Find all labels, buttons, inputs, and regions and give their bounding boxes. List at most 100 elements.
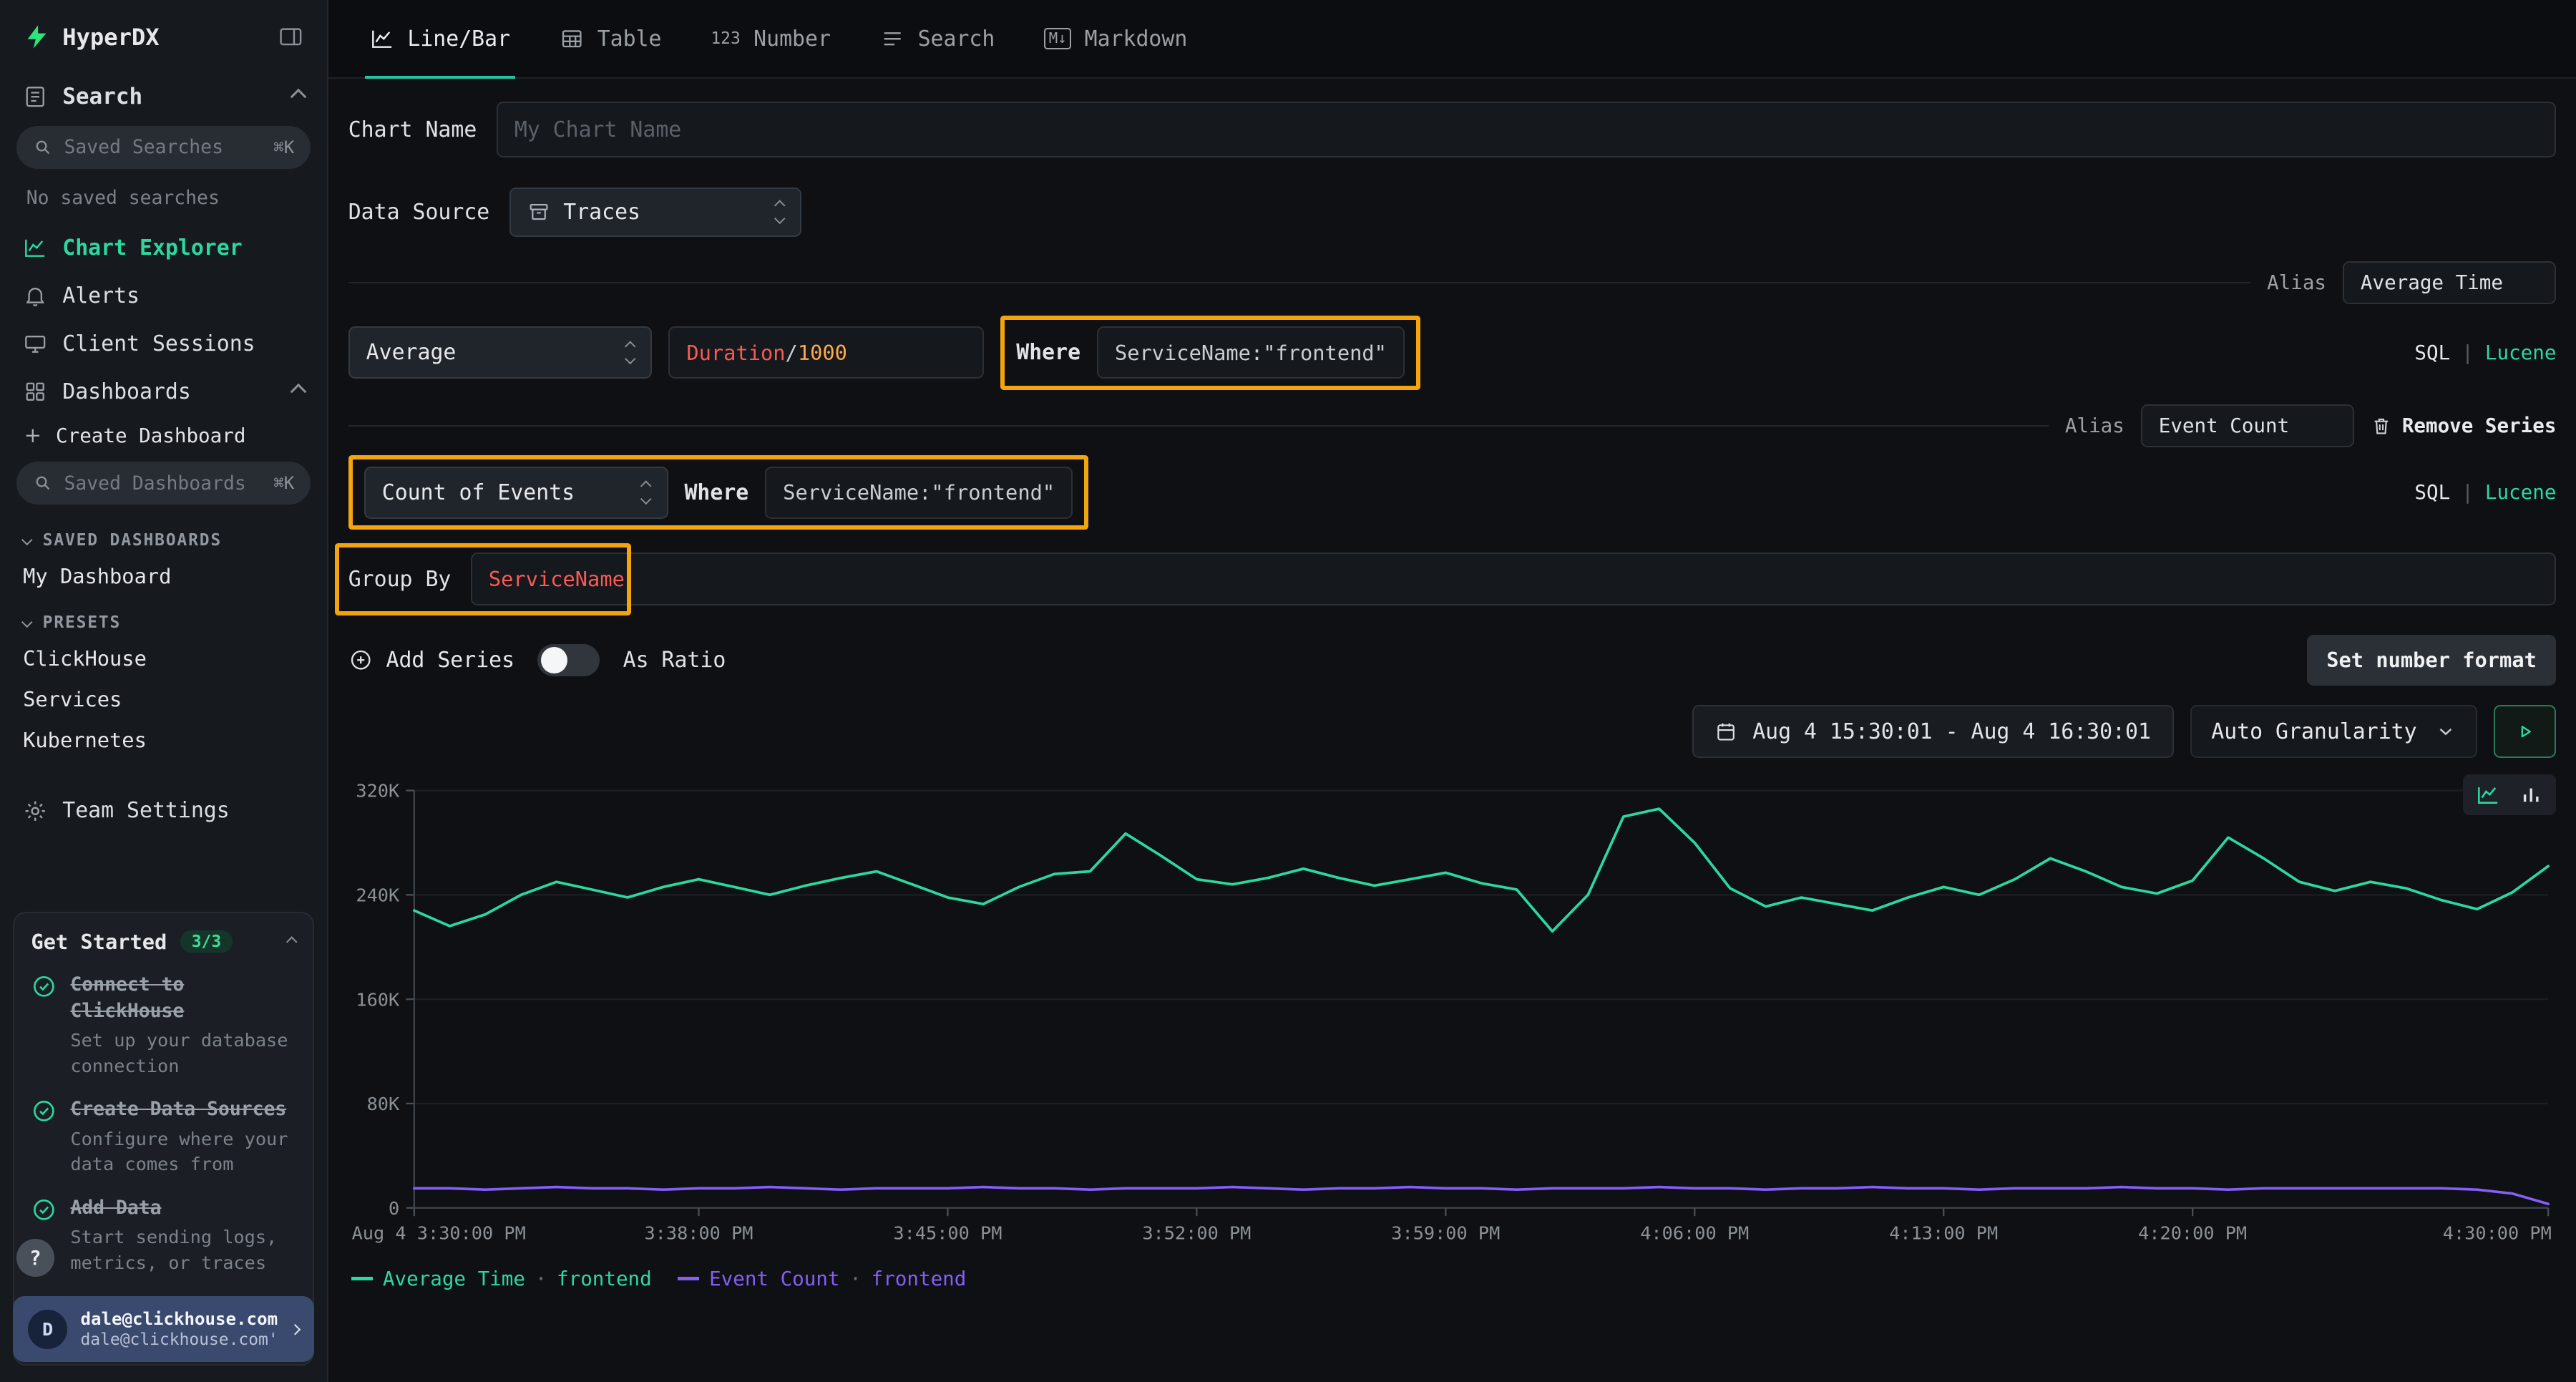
- series2-aggregation-select[interactable]: Count of Events: [364, 467, 668, 519]
- set-number-format-button[interactable]: Set number format: [2307, 635, 2557, 686]
- saved-dashboards-input[interactable]: Saved Dashboards ⌘K: [16, 462, 311, 505]
- chart-display-toggle: [2463, 774, 2557, 815]
- sidebar-item-clickhouse[interactable]: ClickHouse: [0, 638, 327, 679]
- series1-row: Average Duration/1000 Where ServiceName:…: [348, 316, 2557, 390]
- tab-line-bar[interactable]: Line/Bar: [345, 0, 535, 77]
- get-started-step-sources[interactable]: Create Data Sources Configure where your…: [31, 1096, 296, 1177]
- legend-series-name: Event Count: [709, 1267, 839, 1290]
- run-query-button[interactable]: [2494, 705, 2556, 757]
- chart-name-input[interactable]: [497, 102, 2557, 157]
- tab-label: Markdown: [1085, 26, 1188, 52]
- brand[interactable]: HyperDX: [23, 23, 159, 51]
- saved-searches-placeholder: Saved Searches: [64, 136, 263, 158]
- calendar-icon: [1714, 720, 1737, 743]
- series1-where-input[interactable]: ServiceName:"frontend": [1097, 326, 1405, 379]
- sidebar-item-services[interactable]: Services: [0, 679, 327, 720]
- tab-label: Line/Bar: [407, 26, 510, 52]
- search-icon: [33, 473, 53, 493]
- svg-text:320K: 320K: [356, 781, 400, 802]
- sidebar-item-label: Dashboards: [62, 379, 191, 404]
- user-menu[interactable]: D dale@clickhouse.com dale@clickhouse.co…: [13, 1296, 313, 1362]
- tab-number[interactable]: 123 Number: [686, 0, 855, 77]
- get-started-step-add-data[interactable]: Add Data Start sending logs, metrics, or…: [31, 1195, 296, 1275]
- sidebar-item-label: Alerts: [62, 283, 140, 308]
- search-section-header[interactable]: Search: [0, 64, 327, 122]
- legend-series-group: frontend: [557, 1267, 652, 1290]
- aggregation-value: Average: [366, 340, 457, 365]
- sidebar-item-alerts[interactable]: Alerts: [0, 272, 327, 320]
- step-desc: Start sending logs, metrics, or traces: [70, 1225, 296, 1275]
- sidebar-item-client-sessions[interactable]: Client Sessions: [0, 320, 327, 368]
- select-chevrons-icon: [626, 342, 634, 364]
- svg-text:160K: 160K: [356, 990, 400, 1011]
- bar-chart-toggle-icon[interactable]: [2519, 782, 2543, 807]
- tab-table[interactable]: Table: [535, 0, 686, 77]
- legend-entry-average-time[interactable]: Average Time · frontend: [351, 1267, 651, 1290]
- stack-icon: [527, 200, 550, 223]
- as-ratio-label: As Ratio: [623, 648, 726, 673]
- saved-searches-input[interactable]: Saved Searches ⌘K: [16, 126, 311, 169]
- legend-entry-event-count[interactable]: Event Count · frontend: [678, 1267, 966, 1290]
- line-chart-icon: [370, 26, 394, 51]
- chart-svg[interactable]: 080K160K240K320KAug 4 3:30:00 PM3:38:00 …: [348, 771, 2555, 1264]
- select-chevrons-icon: [642, 482, 650, 503]
- data-source-select[interactable]: Traces: [509, 188, 802, 237]
- data-source-value: Traces: [563, 200, 640, 225]
- lucene-toggle[interactable]: Lucene: [2485, 481, 2557, 504]
- alias-label: Alias: [2065, 414, 2124, 437]
- where-label: Where: [684, 480, 748, 505]
- get-started-step-connect[interactable]: Connect to ClickHouse Set up your databa…: [31, 972, 296, 1079]
- add-series-button[interactable]: Add Series: [348, 648, 514, 673]
- data-source-label: Data Source: [348, 200, 490, 225]
- sidebar-item-kubernetes[interactable]: Kubernetes: [0, 720, 327, 761]
- chevron-down-icon: [2435, 721, 2457, 742]
- group-by-input[interactable]: ServiceName: [471, 553, 2556, 605]
- step-title: Add Data: [70, 1195, 296, 1222]
- series1-field-input[interactable]: Duration/1000: [668, 326, 984, 379]
- chart-type-tabbar: Line/Bar Table 123 Number Search M↓ Ma: [328, 0, 2576, 79]
- sidebar-item-chart-explorer[interactable]: Chart Explorer: [0, 224, 327, 272]
- tab-markdown[interactable]: M↓ Markdown: [1020, 0, 1212, 77]
- sql-toggle[interactable]: SQL: [2414, 341, 2450, 364]
- legend-series-group: frontend: [872, 1267, 967, 1290]
- series2-alias-input[interactable]: [2141, 404, 2354, 447]
- get-started-header[interactable]: Get Started 3/3: [31, 930, 296, 954]
- svg-text:3:59:00 PM: 3:59:00 PM: [1391, 1223, 1500, 1244]
- remove-series-button[interactable]: Remove Series: [2371, 414, 2556, 437]
- series1-aggregation-select[interactable]: Average: [348, 326, 653, 379]
- granularity-select[interactable]: Auto Granularity: [2190, 705, 2478, 757]
- time-range-value: Aug 4 15:30:01 - Aug 4 16:30:01: [1752, 719, 2151, 744]
- presets-section-header[interactable]: PRESETS: [0, 597, 327, 638]
- sql-toggle[interactable]: SQL: [2414, 481, 2450, 504]
- chevron-down-icon: [21, 617, 33, 628]
- add-series-label: Add Series: [386, 648, 515, 673]
- user-email: dale@clickhouse.com: [80, 1308, 278, 1330]
- sidebar-item-dashboards[interactable]: Dashboards: [0, 368, 327, 416]
- as-ratio-toggle[interactable]: [537, 644, 600, 677]
- chart-line-icon: [23, 235, 47, 260]
- step-desc: Set up your database connection: [70, 1028, 296, 1079]
- plus-icon: [23, 426, 43, 446]
- check-circle-icon: [31, 973, 57, 1000]
- series2-where-input[interactable]: ServiceName:"frontend": [765, 467, 1073, 519]
- annotation-box-series1-where: Where ServiceName:"frontend": [1000, 316, 1420, 390]
- line-chart-toggle-icon[interactable]: [2476, 782, 2500, 807]
- annotation-box-series2: Count of Events Where ServiceName:"front…: [348, 455, 1088, 530]
- sidebar-item-team-settings[interactable]: Team Settings: [0, 787, 327, 834]
- svg-text:Aug 4 3:30:00 PM: Aug 4 3:30:00 PM: [351, 1223, 525, 1244]
- help-button[interactable]: ?: [16, 1239, 54, 1277]
- lucene-toggle[interactable]: Lucene: [2485, 341, 2557, 364]
- legend-dash-icon: [678, 1277, 699, 1280]
- tab-search[interactable]: Search: [855, 0, 1019, 77]
- section-label-text: PRESETS: [43, 613, 122, 632]
- sidebar: HyperDX Search Saved Searches ⌘K No save…: [0, 0, 328, 1382]
- saved-dashboards-section-header[interactable]: SAVED DASHBOARDS: [0, 515, 327, 556]
- time-range-input[interactable]: Aug 4 15:30:01 - Aug 4 16:30:01: [1692, 705, 2174, 757]
- series1-alias-input[interactable]: [2343, 261, 2556, 304]
- collapse-sidebar-icon[interactable]: [278, 24, 304, 50]
- saved-dashboards-placeholder: Saved Dashboards: [64, 472, 263, 495]
- divider: [348, 282, 2250, 283]
- sidebar-item-my-dashboard[interactable]: My Dashboard: [0, 556, 327, 597]
- create-dashboard-button[interactable]: Create Dashboard: [0, 416, 327, 457]
- select-chevrons-icon: [776, 201, 784, 223]
